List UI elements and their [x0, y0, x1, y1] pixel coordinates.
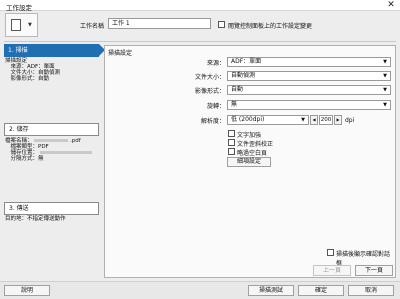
- panel-change-checkbox[interactable]: [218, 21, 225, 28]
- image-format-label: 影像形式：: [194, 88, 225, 95]
- file-suffix: .pdf: [70, 138, 81, 144]
- chevron-down-icon: ▼: [383, 102, 387, 108]
- summary-line: 分隔方式：無: [5, 156, 44, 162]
- document-icon: [11, 19, 21, 31]
- skip-blank-checkbox[interactable]: [228, 148, 235, 155]
- source-select[interactable]: ADF：單面 ▼: [227, 57, 391, 67]
- step-send-summary: 目的地：不指定傳送動作: [5, 216, 100, 222]
- window-title: 工作設定: [6, 4, 32, 12]
- blurred-location: [39, 151, 92, 154]
- source-value: ADF：單面: [231, 58, 262, 65]
- rotation-label: 旋轉：: [206, 103, 225, 110]
- source-label: 來源：: [206, 60, 225, 67]
- prev-page-button[interactable]: 上一頁: [313, 265, 351, 276]
- step-scan-label: 1. 掃描: [8, 47, 28, 54]
- step-scan-summary: 掃描設定 來源：ADF：單面 文件大小：自動偵測 影像形式：自動: [5, 58, 100, 82]
- step-save-summary: 檔案名稱： .pdf 檔案類型：PDF 儲存位置： 分隔方式：無: [5, 138, 101, 162]
- rotation-value: 無: [231, 101, 238, 108]
- details-button[interactable]: 細項設定: [227, 157, 271, 167]
- resolution-label: 解析度：: [200, 118, 225, 125]
- header-separator: [4, 41, 396, 42]
- help-button[interactable]: 說明: [4, 285, 50, 296]
- blurred-filename: [34, 139, 69, 142]
- skip-blank-label: 略過空白頁: [237, 150, 268, 157]
- ok-button[interactable]: 確定: [298, 285, 344, 296]
- document-size-label: 文件大小：: [194, 74, 225, 81]
- deskew-label: 文件歪斜校正: [237, 141, 274, 148]
- cancel-button[interactable]: 取消: [348, 285, 394, 296]
- footer-bar: 說明 掃描測試 確定 取消: [0, 281, 400, 299]
- step-save-label: 2. 儲存: [9, 126, 29, 133]
- chevron-down-icon: ▼: [383, 59, 387, 65]
- chevron-down-icon: ▼: [383, 73, 387, 79]
- job-name-label: 工作名稱: [80, 23, 105, 30]
- document-size-value: 自動偵測: [231, 72, 256, 79]
- title-bar: 工作設定 ✕: [0, 0, 400, 12]
- chevron-down-icon: ▼: [301, 117, 305, 123]
- summary-line: 影像形式：自動: [5, 76, 50, 82]
- resolution-value: 低 (200dpi): [231, 116, 265, 123]
- step-send-tab[interactable]: 3. 傳送: [4, 202, 99, 215]
- resolution-unit: dpi: [345, 117, 355, 124]
- job-icon-button[interactable]: ▼: [5, 13, 38, 37]
- rotation-select[interactable]: 無 ▼: [227, 100, 391, 110]
- document-size-select[interactable]: 自動偵測 ▼: [227, 71, 391, 81]
- deskew-checkbox[interactable]: [228, 139, 235, 146]
- text-enhance-label: 文字加強: [237, 132, 262, 139]
- chevron-down-icon: ▼: [28, 22, 32, 28]
- image-format-select[interactable]: 自動 ▼: [227, 85, 391, 95]
- close-icon[interactable]: ✕: [385, 0, 397, 11]
- resolution-number-input[interactable]: 200: [319, 115, 333, 125]
- panel-change-label: 閱覽控制面板上的工作設定變更: [228, 23, 313, 30]
- next-page-button[interactable]: 下一頁: [355, 265, 393, 276]
- resolution-decrement-button[interactable]: ◀: [310, 115, 318, 125]
- scan-settings-heading: 掃描設定: [108, 50, 133, 57]
- scan-settings-panel: 掃描設定 來源： ADF：單面 ▼ 文件大小： 自動偵測 ▼ 影像形式： 自動 …: [104, 45, 396, 278]
- job-name-input[interactable]: 工作 1: [108, 18, 211, 29]
- image-format-value: 自動: [231, 86, 244, 93]
- step-send-label: 3. 傳送: [9, 205, 29, 212]
- confirm-dialog-checkbox[interactable]: [327, 249, 334, 256]
- resolution-select[interactable]: 低 (200dpi) ▼: [227, 115, 309, 125]
- summary-line: 目的地：不指定傳送動作: [5, 216, 66, 222]
- chevron-down-icon: ▼: [383, 87, 387, 93]
- text-enhance-checkbox[interactable]: [228, 130, 235, 137]
- step-save-tab[interactable]: 2. 儲存: [4, 123, 99, 136]
- resolution-increment-button[interactable]: ▶: [334, 115, 342, 125]
- test-scan-button[interactable]: 掃描測試: [248, 285, 294, 296]
- step-scan-tab[interactable]: 1. 掃描: [4, 44, 99, 57]
